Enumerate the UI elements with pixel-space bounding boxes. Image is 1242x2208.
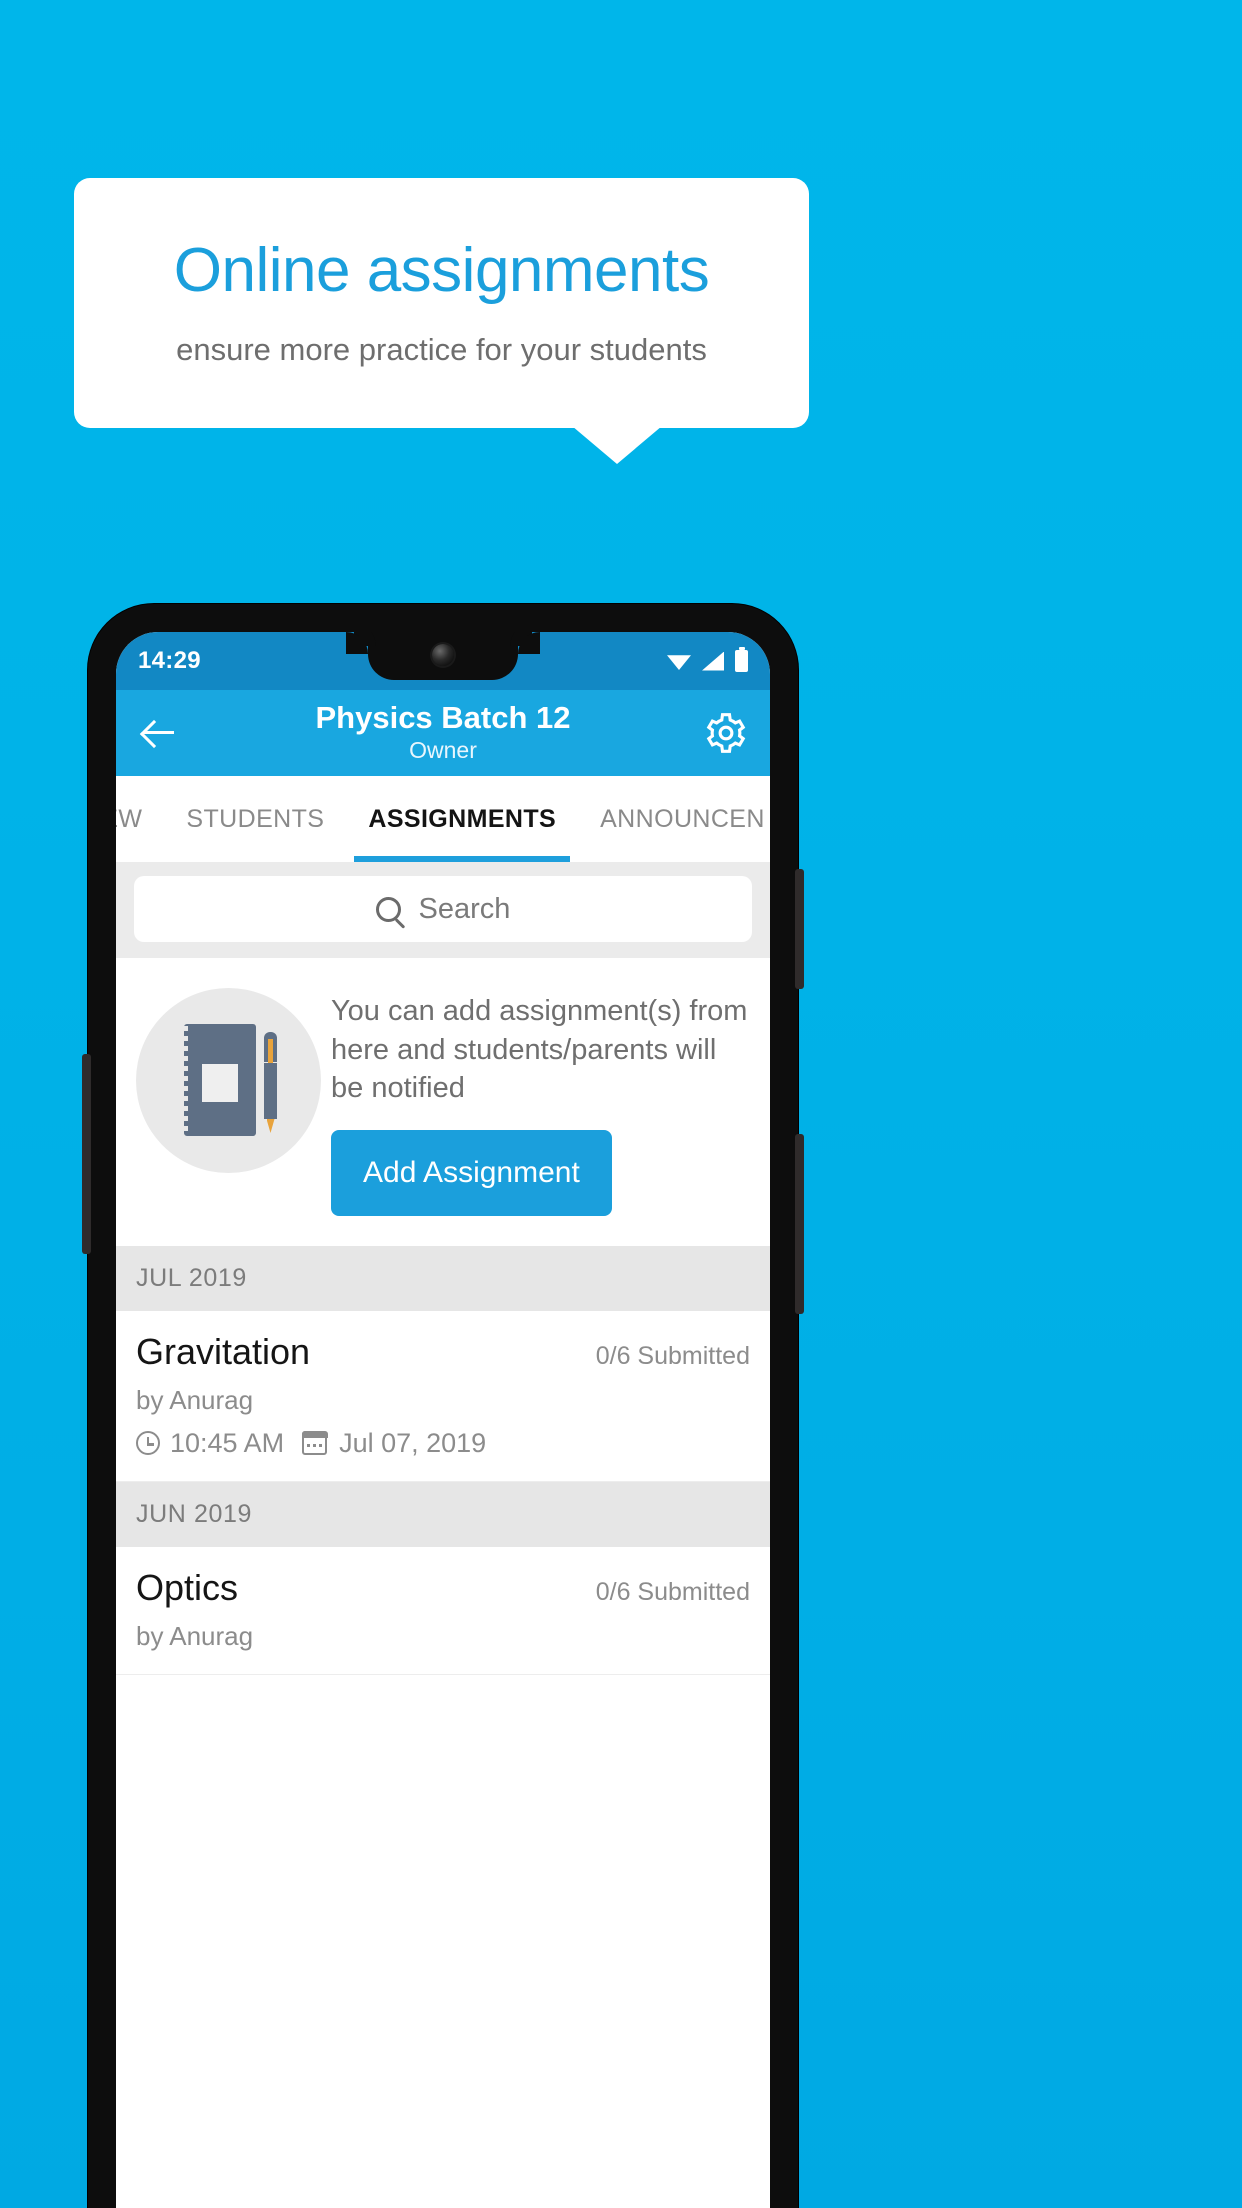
assignment-header: Optics 0/6 Submitted xyxy=(136,1567,750,1609)
assignment-time: 10:45 AM xyxy=(170,1427,285,1458)
assignment-row[interactable]: Optics 0/6 Submitted by Anurag xyxy=(116,1546,770,1675)
calendar-icon xyxy=(301,1430,328,1456)
assignment-header: Gravitation 0/6 Submitted xyxy=(136,1331,750,1373)
back-arrow-icon[interactable] xyxy=(138,712,180,754)
volume-button[interactable] xyxy=(795,869,804,989)
promo-bubble-tail xyxy=(572,426,662,464)
assignment-date: Jul 07, 2019 xyxy=(339,1427,487,1458)
status-time: 14:29 xyxy=(138,647,201,674)
empty-state-message: You can add assignment(s) from here and … xyxy=(331,995,748,1105)
month-header-jun: JUN 2019 xyxy=(116,1481,770,1547)
signal-icon xyxy=(702,651,724,671)
page-title: Physics Batch 12 xyxy=(315,700,571,736)
empty-state-card: You can add assignment(s) from here and … xyxy=(116,958,770,1246)
assignment-row[interactable]: Gravitation 0/6 Submitted by Anurag 10:4… xyxy=(116,1310,770,1482)
power-button[interactable] xyxy=(795,1134,804,1314)
side-button-left[interactable] xyxy=(82,1054,91,1254)
tab-announcements[interactable]: ANNOUNCEN xyxy=(578,776,770,862)
battery-icon xyxy=(735,647,748,672)
tab-assignments[interactable]: ASSIGNMENTS xyxy=(346,776,578,862)
status-bar: 14:29 xyxy=(116,632,770,690)
tab-overview[interactable]: IEW xyxy=(116,776,164,862)
search-input[interactable]: Search xyxy=(134,876,752,942)
month-header-jul: JUL 2019 xyxy=(116,1245,770,1311)
add-assignment-button[interactable]: Add Assignment xyxy=(331,1129,612,1216)
tab-overview-label: IEW xyxy=(116,804,143,833)
tab-bar: IEW STUDENTS ASSIGNMENTS ANNOUNCEN xyxy=(116,776,770,862)
search-bar-container: Search xyxy=(116,862,770,958)
notebook-and-pen-icon xyxy=(136,988,321,1173)
assignment-title: Gravitation xyxy=(136,1330,311,1372)
pen-nib xyxy=(266,1119,275,1133)
phone-device: 14:29 Physics Batch 12 Owner W STUDENTS … xyxy=(82,604,804,2208)
empty-state-content: You can add assignment(s) from here and … xyxy=(331,984,750,1216)
pen-icon xyxy=(264,1032,277,1136)
tab-students-label: STUDENTS xyxy=(186,804,325,833)
promo-subtitle: ensure more practice for your students xyxy=(176,331,707,367)
search-placeholder: Search xyxy=(418,892,511,925)
assignment-submitted-count: 0/6 Submitted xyxy=(595,1341,750,1370)
phone-screen: 14:29 Physics Batch 12 Owner W STUDENTS … xyxy=(116,632,770,2208)
camera-notch xyxy=(346,632,540,680)
promo-bubble: Online assignments ensure more practice … xyxy=(74,178,809,428)
front-camera-icon xyxy=(432,644,454,666)
wifi-icon xyxy=(667,655,691,670)
assignment-author: by Anurag xyxy=(136,1384,254,1415)
pen-band xyxy=(268,1039,273,1063)
tab-announcements-label: ANNOUNCEN xyxy=(600,804,765,833)
tab-assignments-label: ASSIGNMENTS xyxy=(368,804,557,833)
search-icon xyxy=(375,896,401,922)
assignment-author: by Anurag xyxy=(136,1620,254,1651)
notebook-spiral-icon xyxy=(180,1026,188,1134)
assignment-meta: 10:45 AM Jul 07, 2019 xyxy=(136,1428,750,1459)
page-subtitle: Owner xyxy=(409,736,477,763)
pen-body xyxy=(264,1063,277,1119)
app-bar-titles: Physics Batch 12 Owner xyxy=(116,700,770,766)
notebook-label xyxy=(202,1064,238,1102)
promo-title: Online assignments xyxy=(173,236,710,306)
assignment-title: Optics xyxy=(136,1566,239,1608)
tab-students[interactable]: STUDENTS xyxy=(164,776,346,862)
assignment-submitted-count: 0/6 Submitted xyxy=(595,1577,750,1606)
notebook-icon xyxy=(184,1024,256,1136)
clock-icon xyxy=(136,1431,160,1456)
app-bar: Physics Batch 12 Owner xyxy=(116,690,770,776)
gear-icon[interactable] xyxy=(704,711,748,755)
status-icon-group xyxy=(667,647,748,672)
